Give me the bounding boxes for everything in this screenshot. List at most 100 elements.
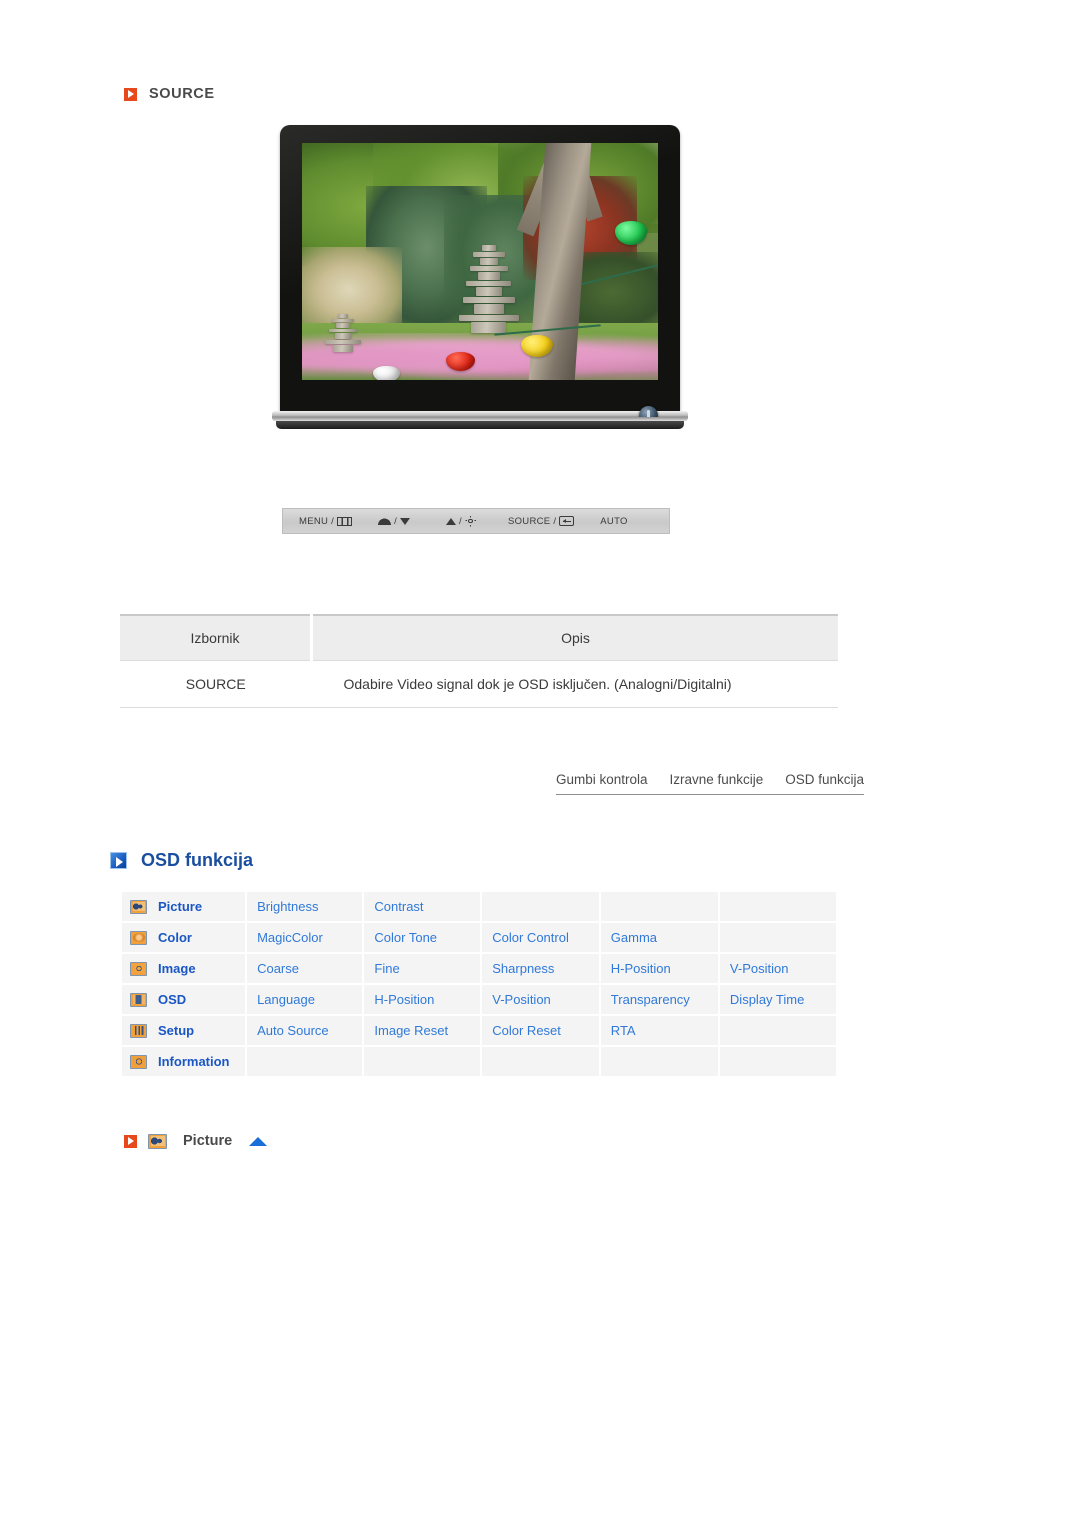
stone-pagoda-left [323,313,362,353]
button-magicbright-down[interactable]: / [378,515,411,527]
picture-icon [148,1133,167,1149]
triangle-up-icon [446,517,457,525]
osd-item-empty [247,1047,363,1076]
monitor-stand-neck [272,411,688,421]
osd-item-empty [719,892,836,921]
osd-item-magiccolor[interactable]: MagicColor [247,923,363,952]
osd-icon [130,992,147,1007]
blue-play-square-icon [110,852,127,869]
table-row: OSD Language H-Position V-Position Trans… [122,985,836,1014]
osd-item-auto-source[interactable]: Auto Source [247,1016,363,1045]
button-up-brightness[interactable]: / [446,515,476,527]
osd-item-display-time[interactable]: Display Time [719,985,836,1014]
osd-item-v-position[interactable]: V-Position [482,985,599,1014]
osd-item-h-position[interactable]: H-Position [600,954,718,983]
osd-item-v-position[interactable]: V-Position [719,954,836,983]
source-heading-label: SOURCE [149,86,215,102]
osd-item-empty [600,1047,718,1076]
osd-item-color-tone[interactable]: Color Tone [364,923,481,952]
brightness-sun-icon [464,515,476,527]
garden-photo [302,143,658,380]
table-cell-menu-description: Odabire Video signal dok je OSD isključe… [311,660,838,708]
information-icon [130,1054,147,1069]
osd-category-osd[interactable]: OSD [122,985,246,1014]
button-auto-label: AUTO [600,515,628,527]
osd-item-transparency[interactable]: Transparency [600,985,718,1014]
osd-item-coarse[interactable]: Coarse [247,954,363,983]
power-icon[interactable] [639,406,658,417]
osd-item-h-position[interactable]: H-Position [364,985,481,1014]
image-icon [130,961,147,976]
osd-section-heading: OSD funkcija [110,850,253,871]
osd-category-label: Setup [158,1023,195,1038]
source-description-table: Izbornik Opis SOURCE Odabire Video signa… [120,614,838,708]
osd-category-information[interactable]: Information [122,1047,246,1076]
osd-item-brightness[interactable]: Brightness [247,892,363,921]
osd-category-picture[interactable]: Picture [122,892,246,921]
table-row: Image Coarse Fine Sharpness H-Position V… [122,954,836,983]
section-tabs: Gumbi kontrola Izravne funkcije OSD funk… [556,772,864,795]
picture-icon [130,899,147,914]
button-auto[interactable]: AUTO [600,516,627,527]
monitor-button-bar: MENU / / / SOURCE / AUTO [282,508,670,534]
tab-gumbi-kontrola[interactable]: Gumbi kontrola [556,772,648,787]
picture-heading-label: Picture [183,1133,233,1149]
button-menu[interactable]: MENU / [299,515,353,527]
osd-item-color-control[interactable]: Color Control [482,923,599,952]
osd-heading-label: OSD funkcija [141,850,254,870]
tab-izravne-funkcije[interactable]: Izravne funkcije [669,772,763,787]
table-header-izbornik: Izbornik [120,614,313,661]
table-header-opis: Opis [311,614,838,661]
button-source-label: SOURCE / [507,515,557,527]
orange-play-square-icon [124,87,137,101]
osd-item-language[interactable]: Language [247,985,363,1014]
osd-item-empty [482,1047,599,1076]
osd-category-label: Color [158,930,192,945]
enter-key-icon [559,516,575,526]
osd-item-sharpness[interactable]: Sharpness [482,954,599,983]
lantern-red [446,351,475,371]
osd-item-empty [600,892,718,921]
source-section-heading: SOURCE [124,86,215,102]
osd-item-contrast[interactable]: Contrast [364,892,481,921]
osd-item-empty [719,1047,836,1076]
osd-item-empty [482,892,599,921]
stone-pagoda-center [458,244,520,334]
osd-category-image[interactable]: Image [122,954,246,983]
osd-item-color-reset[interactable]: Color Reset [482,1016,599,1045]
table-row: Setup Auto Source Image Reset Color Rese… [122,1016,836,1045]
osd-item-empty [719,923,836,952]
osd-category-setup[interactable]: Setup [122,1016,246,1045]
table-row: Information [122,1047,836,1076]
button-source-enter[interactable]: SOURCE / [507,515,575,527]
osd-item-rta[interactable]: RTA [600,1016,718,1045]
osd-item-image-reset[interactable]: Image Reset [364,1016,481,1045]
osd-category-label: Information [158,1054,230,1069]
button-menu-label: MENU / [299,515,335,527]
triangle-down-icon [400,517,411,525]
osd-category-color[interactable]: Color [122,923,246,952]
osd-category-label: Picture [158,899,203,914]
osd-category-label: OSD [158,992,187,1007]
tab-osd-funkcija[interactable]: OSD funkcija [785,772,864,787]
button-magicbright-label: / [394,515,398,527]
table-cell-menu-name: SOURCE [120,660,312,708]
osd-item-empty [719,1016,836,1045]
table-row: Picture Brightness Contrast [122,892,836,921]
monitor-bezel [280,125,680,417]
osd-category-label: Image [158,961,196,976]
menu-grid-icon [337,516,353,526]
monitor-screen [302,143,658,380]
osd-item-gamma[interactable]: Gamma [600,923,718,952]
table-row: Color MagicColor Color Tone Color Contro… [122,923,836,952]
button-brightness-label: / [459,515,462,527]
osd-item-empty [364,1047,481,1076]
orange-play-square-icon [124,1134,137,1148]
osd-item-fine[interactable]: Fine [364,954,481,983]
table-header-row: Izbornik Opis [120,614,838,661]
picture-subsection-heading: Picture [124,1133,268,1149]
up-arrow-icon[interactable] [249,1136,268,1146]
magicbright-icon [378,517,392,525]
lantern-green [615,221,648,245]
monitor-stand-base [276,421,684,429]
